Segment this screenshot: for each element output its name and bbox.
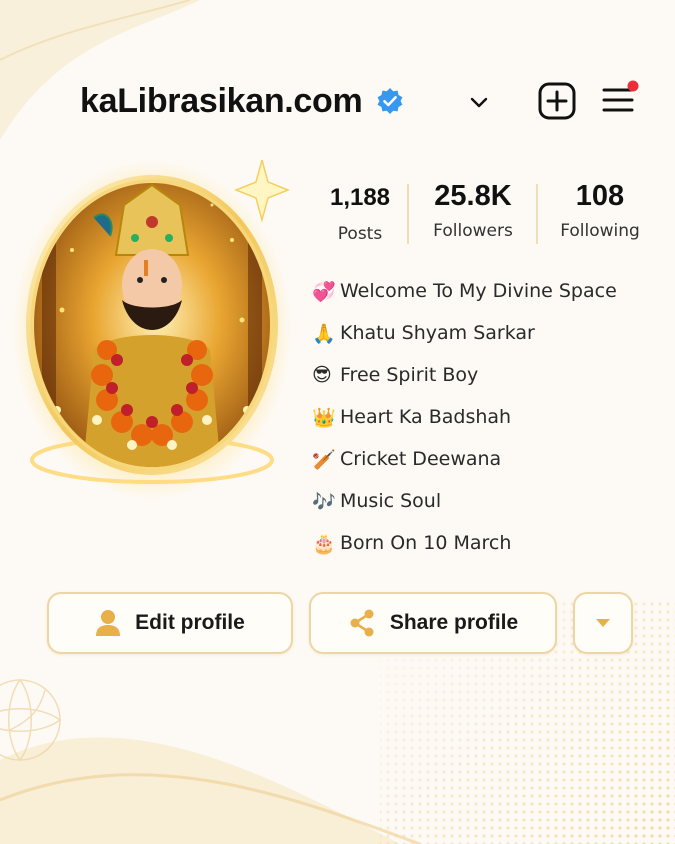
birthday-cake-emoji: 🎂 xyxy=(312,532,336,555)
bio-line: 😎 Free Spirit Boy xyxy=(312,354,662,396)
bio-line: 🎂 Born On 10 March xyxy=(312,522,662,564)
stat-posts[interactable]: 1,188 Posts xyxy=(300,180,420,244)
stat-divider xyxy=(536,184,538,244)
share-icon xyxy=(350,609,374,637)
user-icon xyxy=(96,610,121,636)
share-profile-label: Share profile xyxy=(389,611,519,634)
stat-followers[interactable]: 25.8K Followers xyxy=(413,180,533,241)
share-profile-button[interactable]: Share profile xyxy=(309,592,557,654)
stat-following[interactable]: 108 Following xyxy=(540,180,660,241)
menu-icon[interactable] xyxy=(600,80,640,120)
bio-text: Khatu Shyam Sarkar xyxy=(340,322,535,344)
chevron-down-icon[interactable] xyxy=(468,94,490,110)
sparkling-hearts-emoji: 💞 xyxy=(312,280,336,303)
edit-profile-label: Edit profile xyxy=(135,611,245,634)
profile-stats: 1,188 Posts 25.8K Followers 108 Followin… xyxy=(300,180,660,250)
add-post-icon[interactable] xyxy=(538,82,576,120)
stat-divider xyxy=(407,184,409,244)
bio-text: Heart Ka Badshah xyxy=(340,406,512,428)
stat-following-label: Following xyxy=(560,221,640,241)
bio-text: Welcome To My Divine Space xyxy=(340,280,617,302)
music-notes-emoji: 🎶 xyxy=(312,490,336,513)
bio-line: 🏏 Cricket Deewana xyxy=(312,438,662,480)
bio-text: Born On 10 March xyxy=(340,532,512,554)
stat-followers-value: 25.8K xyxy=(434,180,512,212)
triangle-down-icon xyxy=(596,619,610,627)
stat-posts-value: 1,188 xyxy=(329,184,391,211)
profile-header: kaLibrasikan.com xyxy=(0,70,675,134)
username[interactable]: kaLibrasikan.com xyxy=(80,82,363,121)
edit-profile-button[interactable]: Edit profile xyxy=(47,592,293,654)
cricket-emoji: 🏏 xyxy=(312,448,336,471)
profile-avatar[interactable] xyxy=(12,157,302,510)
avatar-image xyxy=(12,157,292,500)
bio-line: 💞 Welcome To My Divine Space xyxy=(312,270,662,312)
bio-text: Music Soul xyxy=(340,490,442,512)
verified-badge-icon xyxy=(377,88,403,114)
bio-line: 👑 Heart Ka Badshah xyxy=(312,396,662,438)
folded-hands-emoji: 🙏 xyxy=(312,322,336,345)
stat-posts-label: Posts xyxy=(337,224,383,244)
bio-text: Free Spirit Boy xyxy=(340,364,479,386)
bio-text: Cricket Deewana xyxy=(340,448,502,470)
bio-line: 🎶 Music Soul xyxy=(312,480,662,522)
crown-emoji: 👑 xyxy=(312,406,336,429)
sunglasses-emoji: 😎 xyxy=(312,364,332,386)
profile-bio: 💞 Welcome To My Divine Space 🙏 Khatu Shyam… xyxy=(312,270,662,564)
bio-line: 🙏 Khatu Shyam Sarkar xyxy=(312,312,662,354)
stat-followers-label: Followers xyxy=(433,221,513,241)
suggestions-dropdown-button[interactable] xyxy=(573,592,633,654)
stat-following-value: 108 xyxy=(575,180,625,212)
